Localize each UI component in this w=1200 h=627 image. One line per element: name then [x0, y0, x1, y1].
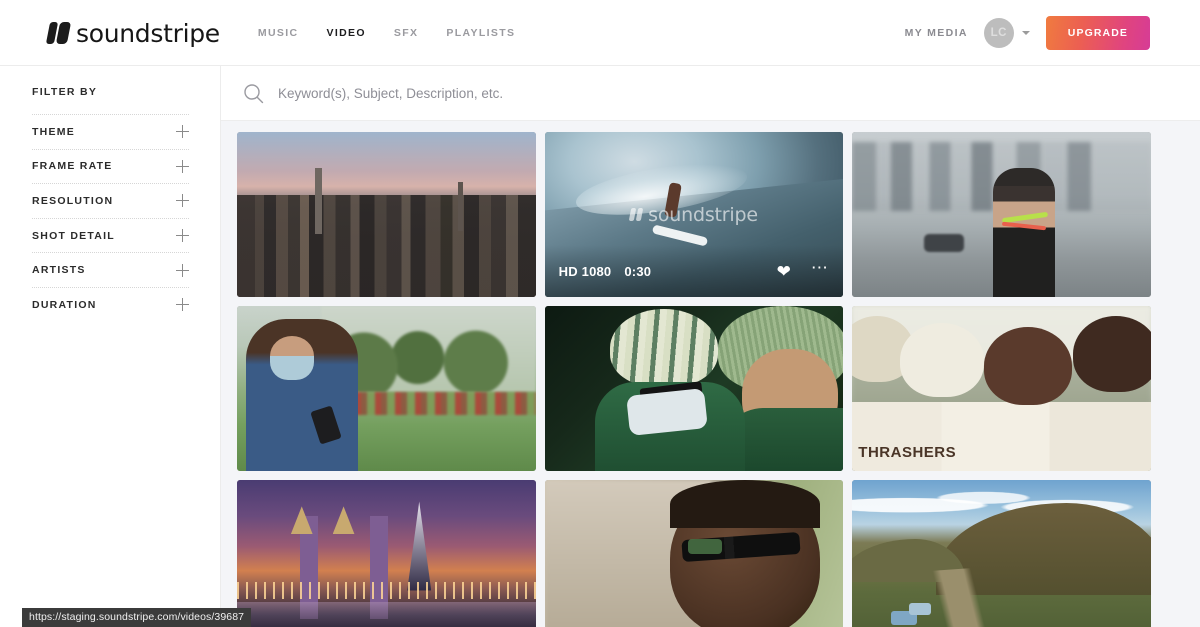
- primary-nav: MUSIC VIDEO SFX PLAYLISTS: [258, 27, 515, 39]
- filter-item-artists[interactable]: ARTISTS: [32, 252, 189, 287]
- avatar: LC: [983, 18, 1014, 48]
- filter-item-theme[interactable]: THEME: [32, 114, 189, 149]
- upgrade-button[interactable]: UPGRADE: [1045, 16, 1150, 50]
- filter-list: THEME FRAME RATE RESOLUTION SHOT DETAIL …: [0, 114, 221, 322]
- duration-badge: 0:30: [624, 263, 652, 279]
- video-card[interactable]: [852, 132, 1151, 297]
- nav-item-playlists[interactable]: PLAYLISTS: [446, 27, 515, 39]
- video-card[interactable]: [544, 306, 844, 471]
- ellipsis-icon[interactable]: ⋯: [811, 259, 830, 276]
- video-grid: soundstripe HD 1080 0:30 ❤ ⋯ THRASHERS: [237, 132, 1151, 627]
- video-grid-scroll-area[interactable]: soundstripe HD 1080 0:30 ❤ ⋯ THRASHERS: [221, 121, 1200, 627]
- video-meta: HD 1080 0:30: [559, 264, 652, 279]
- my-media-link[interactable]: MY MEDIA: [905, 27, 968, 39]
- filter-item-duration[interactable]: DURATION: [32, 286, 189, 322]
- filter-label: SHOT DETAIL: [32, 229, 115, 242]
- filter-sidebar: FILTER BY THEME FRAME RATE RESOLUTION SH…: [0, 66, 221, 627]
- video-thumbnail: [237, 480, 536, 627]
- filter-item-resolution[interactable]: RESOLUTION: [32, 183, 189, 218]
- soundstripe-logo-icon: [628, 208, 644, 221]
- video-thumbnail: [544, 306, 844, 471]
- filter-by-heading: FILTER BY: [32, 86, 98, 98]
- plus-icon[interactable]: [176, 263, 189, 277]
- video-card[interactable]: [237, 480, 536, 627]
- brand-name: soundstripe: [76, 18, 220, 48]
- filter-item-shot-detail[interactable]: SHOT DETAIL: [32, 217, 189, 253]
- plus-icon[interactable]: [176, 194, 189, 208]
- heart-icon[interactable]: ❤: [777, 263, 791, 280]
- video-card[interactable]: THRASHERS: [852, 306, 1151, 471]
- filter-item-frame-rate[interactable]: FRAME RATE: [32, 148, 189, 184]
- soundstripe-logo-icon: [45, 22, 72, 44]
- plus-icon[interactable]: [176, 298, 189, 312]
- search-bar: [221, 66, 1200, 121]
- video-thumbnail: THRASHERS: [852, 306, 1151, 471]
- status-bar-url: https://staging.soundstripe.com/videos/3…: [22, 608, 252, 627]
- resolution-badge: HD 1080: [558, 263, 612, 279]
- plus-icon[interactable]: [176, 229, 189, 243]
- video-thumbnail: [544, 480, 844, 627]
- card-actions: ❤ ⋯: [777, 259, 830, 280]
- video-card[interactable]: [237, 306, 536, 471]
- body-row: FILTER BY THEME FRAME RATE RESOLUTION SH…: [0, 66, 1200, 627]
- video-card[interactable]: [237, 132, 536, 297]
- account-menu[interactable]: LC: [983, 18, 1030, 48]
- video-thumbnail: [237, 132, 536, 297]
- main-content: soundstripe HD 1080 0:30 ❤ ⋯: [221, 66, 1200, 627]
- video-card-overlay: HD 1080 0:30 ❤ ⋯: [544, 245, 844, 297]
- video-thumbnail: [852, 132, 1151, 297]
- nav-item-music[interactable]: MUSIC: [258, 27, 299, 39]
- nav-right-group: MY MEDIA LC UPGRADE: [905, 16, 1150, 50]
- filter-label: FRAME RATE: [32, 160, 113, 173]
- video-card-hovered[interactable]: soundstripe HD 1080 0:30 ❤ ⋯: [544, 132, 844, 297]
- search-icon[interactable]: [243, 83, 264, 104]
- filter-label: RESOLUTION: [32, 194, 114, 207]
- chevron-down-icon: [1021, 31, 1030, 35]
- jersey-text: THRASHERS: [858, 444, 957, 462]
- nav-item-video[interactable]: VIDEO: [326, 27, 365, 39]
- filter-label: THEME: [32, 125, 75, 138]
- plus-icon[interactable]: [176, 125, 189, 139]
- filter-label: DURATION: [32, 298, 97, 311]
- video-card[interactable]: [544, 480, 844, 627]
- video-thumbnail: [852, 480, 1151, 627]
- top-navigation-bar: soundstripe MUSIC VIDEO SFX PLAYLISTS MY…: [0, 0, 1200, 66]
- watermark-text: soundstripe: [648, 203, 758, 226]
- video-thumbnail: [237, 306, 536, 471]
- plus-icon[interactable]: [176, 159, 189, 173]
- brand-logo[interactable]: soundstripe: [45, 18, 220, 48]
- video-card[interactable]: [852, 480, 1151, 627]
- nav-item-sfx[interactable]: SFX: [394, 27, 418, 39]
- search-input[interactable]: [278, 86, 798, 101]
- filter-label: ARTISTS: [32, 264, 86, 277]
- app-root: soundstripe MUSIC VIDEO SFX PLAYLISTS MY…: [0, 0, 1200, 627]
